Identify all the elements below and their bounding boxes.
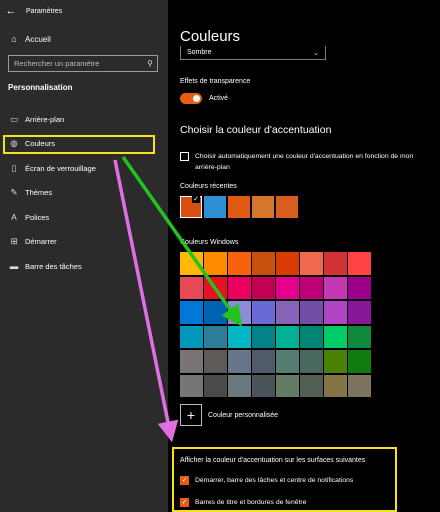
annotation-arrows bbox=[113, 155, 243, 443]
pink-arrow bbox=[113, 159, 179, 443]
green-arrow bbox=[121, 155, 243, 327]
